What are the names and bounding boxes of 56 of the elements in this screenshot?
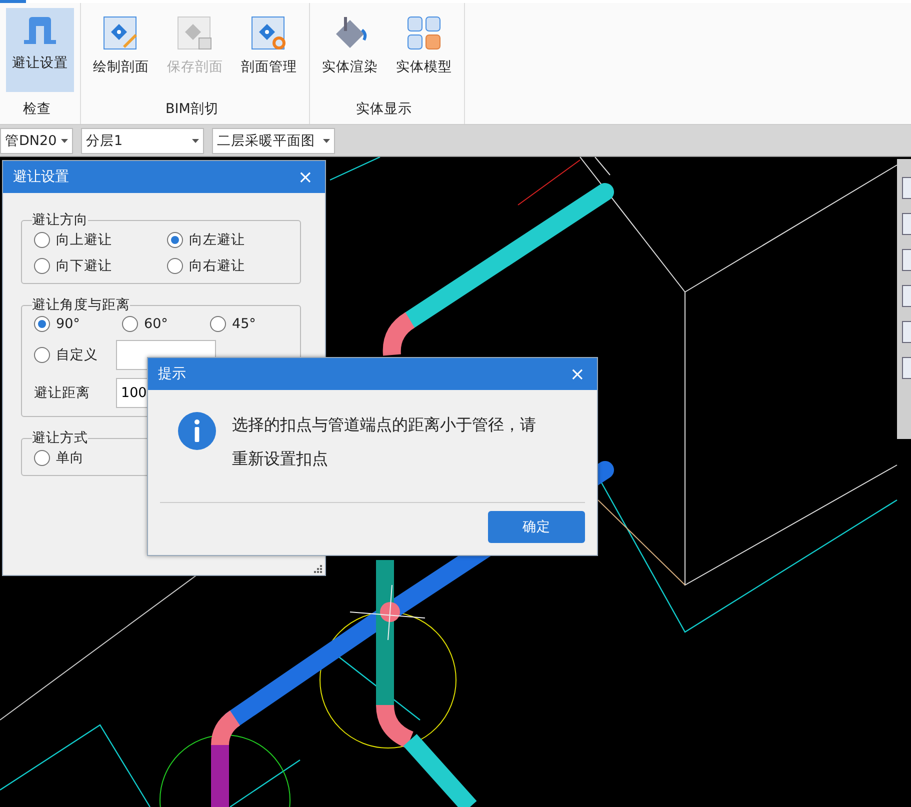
- radio-option[interactable]: 自定义: [34, 346, 116, 364]
- group-label: 检查: [22, 100, 52, 119]
- dialog-title: 避让设置: [13, 168, 69, 186]
- radio-option[interactable]: 向下避让: [34, 257, 167, 275]
- section-gear-icon: [251, 16, 287, 50]
- group-label: BIM剖切: [164, 100, 220, 119]
- dropdown-field[interactable]: 管DN20: [0, 128, 73, 154]
- radio-circle[interactable]: [122, 316, 138, 332]
- radio-circle[interactable]: [34, 316, 50, 332]
- alert-message: 选择的扣点与管道端点的距离小于管径，请重新设置扣点: [232, 414, 537, 470]
- radio-circle[interactable]: [34, 450, 50, 466]
- ribbon-button[interactable]: 实体渲染: [316, 8, 384, 92]
- radio-option[interactable]: 向上避让: [34, 231, 167, 249]
- distance-label: 避让距离: [34, 384, 91, 402]
- tool-icon[interactable]: [902, 249, 911, 271]
- section-save-icon: [177, 16, 213, 50]
- radio-option[interactable]: 单向: [34, 449, 167, 467]
- dropdown-field[interactable]: 二层采暖平面图: [212, 128, 335, 154]
- group-title: 避让方式: [32, 429, 88, 447]
- caret-icon: [61, 138, 68, 142]
- radio-option[interactable]: 60°: [122, 316, 210, 332]
- ok-button[interactable]: 确定: [488, 511, 585, 543]
- radio-circle[interactable]: [167, 232, 183, 248]
- dialog-title: 提示: [158, 365, 186, 383]
- group-label: 实体显示: [355, 100, 413, 119]
- radio-circle[interactable]: [167, 258, 183, 274]
- ribbon-button[interactable]: 避让设置: [6, 8, 74, 92]
- grid-squares-icon: [406, 16, 442, 50]
- ribbon-button[interactable]: 绘制剖面: [87, 8, 155, 92]
- dropdown-field[interactable]: 分层1: [81, 128, 204, 154]
- info-icon: [178, 412, 216, 450]
- pipe-bend-icon: [22, 16, 58, 46]
- tool-icon[interactable]: [902, 357, 911, 379]
- ribbon-button[interactable]: 剖面管理: [235, 8, 303, 92]
- radio-circle[interactable]: [34, 347, 50, 363]
- tool-icon[interactable]: [902, 285, 911, 307]
- radio-circle[interactable]: [34, 258, 50, 274]
- group-title: 避让方向: [32, 211, 88, 229]
- close-button[interactable]: ×: [296, 166, 315, 188]
- radio-circle[interactable]: [210, 316, 226, 332]
- ribbon-button[interactable]: 实体模型: [390, 8, 458, 92]
- tool-icon[interactable]: [902, 177, 911, 199]
- caret-icon: [323, 138, 330, 142]
- radio-option[interactable]: 向左避让: [167, 231, 290, 249]
- radio-circle[interactable]: [34, 232, 50, 248]
- group-title: 避让角度与距离: [32, 296, 130, 314]
- resize-grip-icon[interactable]: [314, 565, 322, 573]
- radio-option[interactable]: 向右避让: [167, 257, 290, 275]
- tool-icon[interactable]: [902, 213, 911, 235]
- caret-icon: [192, 138, 199, 142]
- radio-option[interactable]: 90°: [34, 316, 122, 332]
- tab-indicator: [0, 0, 26, 3]
- close-button[interactable]: ×: [568, 364, 587, 384]
- radio-option[interactable]: 45°: [210, 316, 290, 332]
- tool-icon[interactable]: [902, 321, 911, 343]
- section-pencil-icon: [103, 16, 139, 50]
